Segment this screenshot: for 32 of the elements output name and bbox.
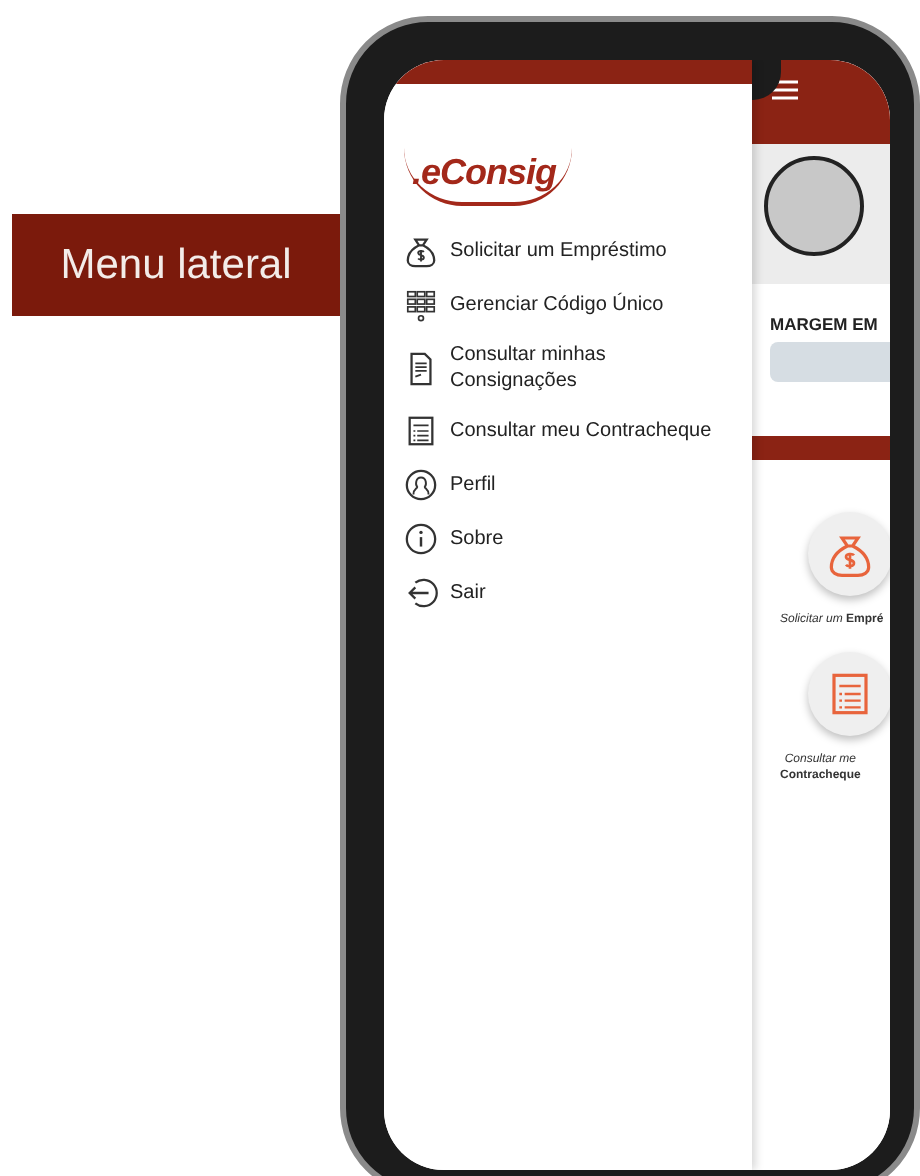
menu-item-label: Solicitar um Empréstimo (450, 238, 667, 264)
menu-item-label: Sair (450, 580, 486, 606)
margin-field (770, 342, 890, 382)
logo: .eConsig (404, 148, 573, 206)
money-bag-icon (404, 234, 438, 268)
menu-item[interactable]: Gerenciar Código Único (404, 288, 736, 322)
menu-icon[interactable] (772, 80, 798, 100)
menu-item[interactable]: Sobre (404, 522, 736, 556)
menu-item[interactable]: Consultar minhas Consignações (404, 342, 736, 394)
menu-item-label: Gerenciar Código Único (450, 292, 664, 318)
keypad-icon (404, 288, 438, 322)
menu-item[interactable]: Sair (404, 576, 736, 610)
section-title: MARGEM EM (770, 314, 880, 334)
callout-label: Menu lateral (12, 214, 340, 316)
menu-item[interactable]: Solicitar um Empréstimo (404, 234, 736, 268)
action-button[interactable] (808, 512, 890, 596)
menu-item-label: Perfil (450, 472, 496, 498)
action-button[interactable] (808, 652, 890, 736)
menu-item-label: Consultar meu Contracheque (450, 418, 712, 444)
section-band (752, 436, 890, 460)
menu-item-label: Consultar minhas Consignações (450, 342, 608, 394)
exit-arrow-icon (404, 576, 438, 610)
menu-item[interactable]: Perfil (404, 468, 736, 502)
menu-item-label: Sobre (450, 526, 504, 552)
list-document-icon (404, 414, 438, 448)
list-document-icon (826, 670, 874, 718)
menu-item[interactable]: Consultar meu Contracheque (404, 414, 736, 448)
document-icon (404, 351, 438, 385)
money-bag-icon (826, 530, 874, 578)
person-icon (404, 468, 438, 502)
info-icon (404, 522, 438, 556)
avatar-photo-placeholder (764, 156, 864, 256)
